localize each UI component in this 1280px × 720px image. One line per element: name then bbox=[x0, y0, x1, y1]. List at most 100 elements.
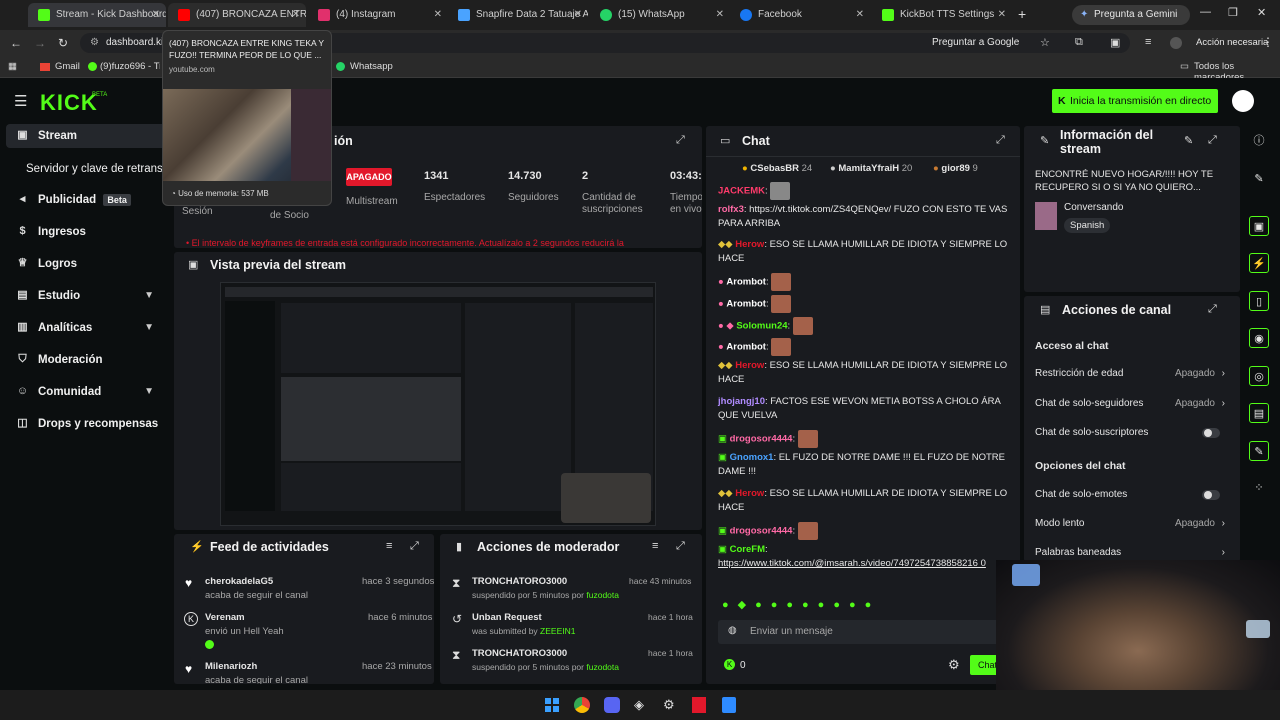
close-icon[interactable]: ✕ bbox=[998, 3, 1006, 27]
reload-icon[interactable]: ↻ bbox=[58, 36, 68, 50]
ask-google-button[interactable]: Preguntar a Google bbox=[932, 37, 1019, 48]
minimize-icon[interactable]: — bbox=[1200, 6, 1211, 18]
edit-icon[interactable]: ✎ bbox=[1184, 134, 1193, 147]
close-icon[interactable]: ✕ bbox=[434, 3, 442, 27]
emote-quickbar[interactable]: ●◆●●●●●●●● bbox=[722, 598, 1002, 612]
sidebar-item-comunidad[interactable]: ☺ Comunidad ▼ bbox=[16, 381, 166, 403]
expand-icon[interactable]: ⤢ bbox=[996, 134, 1005, 147]
bookmark-trovo[interactable]: (9)fuzo696 - Trovo bbox=[100, 61, 160, 72]
tab-snapfire[interactable]: Snapfire Data 2 Tatuaje Ac ✕ bbox=[448, 3, 588, 27]
close-icon[interactable]: ✕ bbox=[856, 3, 864, 27]
mod-item-name[interactable]: TRONCHATORO3000 bbox=[472, 648, 567, 659]
sidebar-item-publicidad[interactable]: ◂ Publicidad Beta bbox=[16, 189, 166, 211]
extensions-icon[interactable]: ⧉ bbox=[1075, 36, 1083, 49]
followers-only-row[interactable]: Chat de solo-seguidores Apagado › bbox=[1035, 398, 1225, 409]
subs-only-toggle[interactable] bbox=[1202, 428, 1220, 438]
category-name[interactable]: Conversando bbox=[1064, 202, 1123, 213]
studio-icon: ▤ bbox=[17, 289, 28, 301]
hamburger-menu-icon[interactable]: ☰ bbox=[14, 92, 27, 110]
discord-icon[interactable] bbox=[604, 697, 620, 713]
tab-facebook[interactable]: Facebook ✕ bbox=[730, 3, 870, 27]
site-info-icon[interactable]: ⚙ bbox=[90, 37, 99, 48]
apps-icon[interactable]: ▦ bbox=[8, 61, 17, 72]
expand-icon[interactable]: ⤢ bbox=[1208, 134, 1217, 147]
expand-icon[interactable]: ⤢ bbox=[676, 540, 685, 553]
sidebar-item-estudio[interactable]: ▤ Estudio ▼ bbox=[16, 285, 166, 307]
new-tab-icon[interactable]: + bbox=[1018, 6, 1026, 22]
age-restriction-row[interactable]: Restricción de edad Apagado › bbox=[1035, 368, 1225, 379]
expand-icon[interactable]: ⤢ bbox=[676, 134, 685, 147]
info-icon[interactable]: ⓘ bbox=[1249, 131, 1269, 151]
tab-kick-dashboard[interactable]: Stream - Kick Dashboard ✕ bbox=[28, 3, 166, 27]
close-icon[interactable]: ✕ bbox=[292, 3, 300, 27]
settings-icon[interactable]: ⚙ bbox=[663, 697, 675, 713]
slow-mode-row[interactable]: Modo lento Apagado › bbox=[1035, 518, 1225, 529]
back-icon[interactable]: ← bbox=[10, 36, 22, 50]
bookmark-star-icon[interactable]: ☆ bbox=[1040, 36, 1050, 49]
sidebar-item-moderacion[interactable]: ⛉ Moderación bbox=[16, 349, 166, 371]
top-gifter-1[interactable]: ● CSebasBR 24 bbox=[742, 163, 812, 174]
list-icon[interactable]: ▤ bbox=[1249, 403, 1269, 423]
feed-item-name[interactable]: Verenam bbox=[205, 612, 245, 623]
kick-logo[interactable]: KICK bbox=[40, 90, 98, 116]
bookmark-whatsapp[interactable]: Whatsapp bbox=[350, 61, 393, 72]
windows-start-icon[interactable] bbox=[545, 698, 559, 712]
sidebar-item-logros[interactable]: ♕ Logros bbox=[16, 253, 166, 275]
close-icon[interactable]: ✕ bbox=[716, 3, 724, 27]
forward-icon[interactable]: → bbox=[34, 36, 46, 50]
filter-icon[interactable]: ≡ bbox=[386, 540, 392, 552]
pencil-icon[interactable]: ✎ bbox=[1249, 169, 1269, 189]
media-icon[interactable]: ≡ bbox=[1145, 36, 1151, 48]
action-needed-button[interactable]: Acción necesaria bbox=[1196, 37, 1268, 48]
lightning-icon[interactable]: ⚡ bbox=[1249, 253, 1269, 273]
profile-avatar[interactable] bbox=[1170, 37, 1182, 49]
wrench-icon[interactable]: ✎ bbox=[1249, 441, 1269, 461]
notepad-icon[interactable] bbox=[722, 697, 736, 713]
screenshot-icon[interactable]: ▣ bbox=[1110, 36, 1120, 49]
sidebar-item-ingresos[interactable]: $ Ingresos bbox=[16, 221, 166, 243]
expand-icon[interactable]: ⤢ bbox=[410, 540, 419, 553]
red-app-icon[interactable] bbox=[692, 697, 706, 713]
tab-instagram[interactable]: (4) Instagram ✕ bbox=[308, 3, 448, 27]
close-icon[interactable]: ✕ bbox=[574, 3, 582, 27]
tab-whatsapp[interactable]: (15) WhatsApp ✕ bbox=[590, 3, 730, 27]
feed-item-name[interactable]: cherokadelaG5 bbox=[205, 576, 273, 587]
chat-bubble-icon[interactable]: ◉ bbox=[1249, 328, 1269, 348]
maximize-icon[interactable]: ❐ bbox=[1228, 6, 1238, 19]
filter-icon[interactable]: ≡ bbox=[652, 540, 658, 552]
user-avatar[interactable] bbox=[1232, 90, 1254, 112]
shield-icon[interactable]: ▯ bbox=[1249, 291, 1269, 311]
banned-words-row[interactable]: Palabras baneadas › bbox=[1035, 547, 1225, 558]
go-live-button[interactable]: K Inicia la transmisión en directo bbox=[1052, 89, 1218, 113]
sidebar-item-drops[interactable]: ◫ Drops y recompensas bbox=[16, 413, 170, 435]
chat-settings-gear-icon[interactable]: ⚙ bbox=[948, 657, 960, 673]
window-close-icon[interactable]: ✕ bbox=[1257, 6, 1266, 19]
kick-gift-icon: K bbox=[184, 612, 198, 626]
tab-kickbot[interactable]: KickBot TTS Settings ✕ bbox=[872, 3, 1012, 27]
expand-icon[interactable]: ⤢ bbox=[1208, 303, 1217, 316]
close-icon[interactable]: ✕ bbox=[152, 3, 160, 27]
more-menu-icon[interactable]: ⋮ bbox=[1262, 35, 1274, 49]
chat-input[interactable]: ◍ Enviar un mensaje bbox=[718, 620, 1000, 644]
bookmark-gmail[interactable]: Gmail bbox=[55, 61, 80, 72]
stat-viewers: 1341 bbox=[424, 170, 449, 182]
feed-item-name[interactable]: Milenariozh bbox=[205, 661, 257, 672]
mod-item-name[interactable]: TRONCHATORO3000 bbox=[472, 576, 567, 587]
top-gifter-2[interactable]: ● MamitaYfraiH 20 bbox=[830, 163, 912, 174]
steam-icon[interactable]: ◈ bbox=[634, 697, 644, 713]
sidebar-item-server-key[interactable]: Servidor y clave de retransmisión bbox=[26, 158, 166, 180]
gemini-icon: ✦ bbox=[1080, 9, 1089, 20]
emotes-only-toggle[interactable] bbox=[1202, 490, 1220, 500]
mod-item-name[interactable]: Unban Request bbox=[472, 612, 542, 623]
top-gifter-3[interactable]: ● gior89 9 bbox=[933, 163, 978, 174]
broadcast-icon[interactable]: ◎ bbox=[1249, 366, 1269, 386]
wrench-icon: ✎ bbox=[1040, 135, 1050, 147]
sidebar-item-stream[interactable]: ▣ Stream bbox=[16, 125, 166, 147]
chrome-icon[interactable] bbox=[574, 697, 590, 713]
tab-youtube[interactable]: (407) BRONCAZA ENTRE K ✕ bbox=[168, 3, 306, 27]
gemini-button[interactable]: ✦ Pregunta a Gemini bbox=[1072, 5, 1190, 25]
stat-subs: 2 bbox=[582, 170, 589, 182]
dots-icon[interactable]: ⁘ bbox=[1249, 478, 1269, 498]
screen-icon[interactable]: ▣ bbox=[1249, 216, 1269, 236]
sidebar-item-analiticas[interactable]: ▥ Analíticas ▼ bbox=[16, 317, 166, 339]
